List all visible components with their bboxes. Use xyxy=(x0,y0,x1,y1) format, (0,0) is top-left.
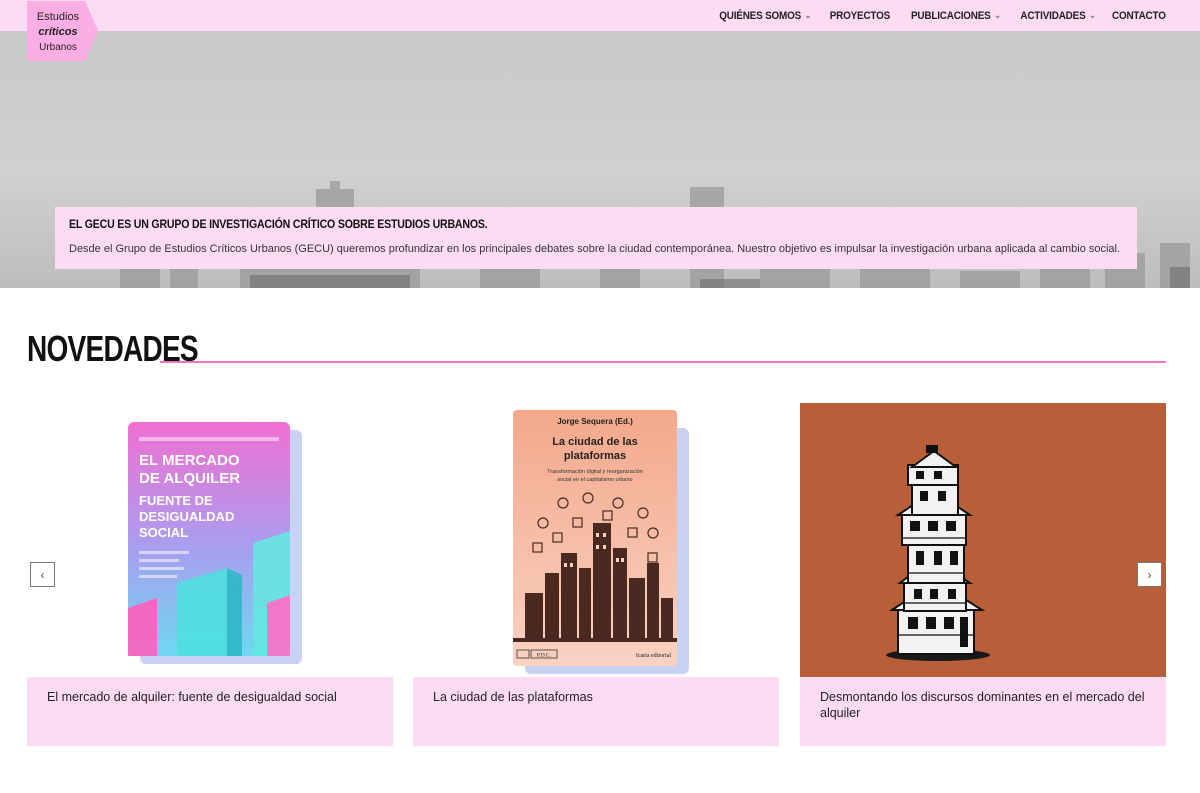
top-navigation-bar: QUIÉNES SOMOS ⌄ PROYECTOS PUBLICACIONES … xyxy=(0,0,1200,31)
nav-item-quienes-somos[interactable]: QUIÉNES SOMOS ⌄ xyxy=(720,10,812,22)
cover-ciudad-plataformas: Jorge Sequera (Ed.) La ciudad de las pla… xyxy=(513,410,689,674)
section-divider xyxy=(160,361,1166,363)
nav-label: QUIÉNES SOMOS xyxy=(719,9,802,22)
cover-title-line-1: La ciudad de las xyxy=(552,436,638,448)
cover-subtitle-line-1: Transformación digital y reorganización xyxy=(547,469,643,475)
cover-editor: Jorge Sequera (Ed.) xyxy=(557,417,633,426)
carousel-next-button[interactable]: › xyxy=(1137,562,1162,587)
cover-publisher: Icaria editorial xyxy=(636,653,671,659)
card-caption[interactable]: El mercado de alquiler: fuente de desigu… xyxy=(27,677,393,746)
carousel-card[interactable]: EL MERCADO DE ALQUILER FUENTE DE DESIGUA… xyxy=(27,403,393,746)
carousel-prev-button[interactable]: ‹ xyxy=(30,562,55,587)
nav-item-publicaciones[interactable]: PUBLICACIONES ⌄ xyxy=(911,10,1001,22)
chevron-down-icon: ⌄ xyxy=(993,10,1001,20)
houses-tower-illustration xyxy=(886,445,990,661)
card-caption[interactable]: La ciudad de las plataformas xyxy=(413,677,779,746)
carousel-card[interactable]: Desmontando los discursos dominantes en … xyxy=(800,403,1166,746)
logo-line-1: Estudios xyxy=(36,11,80,23)
hero-banner: EL GECU ES UN GRUPO DE INVESTIGACIÓN CRÍ… xyxy=(0,31,1200,288)
chevron-right-icon: › xyxy=(1147,567,1152,582)
carousel-card[interactable]: Jorge Sequera (Ed.) La ciudad de las pla… xyxy=(413,403,779,746)
cover-subtitle-line-2: DESIGUALDAD xyxy=(139,509,234,524)
cover-title-line-2: DE ALQUILER xyxy=(139,470,240,487)
cover-subtitle-line-3: SOCIAL xyxy=(139,525,188,540)
nav-label: CONTACTO xyxy=(1112,9,1166,22)
cover-title-line-2: plataformas xyxy=(564,450,626,462)
logo-line-2: críticos xyxy=(38,26,78,38)
cover-series: P.D.C. xyxy=(537,653,552,659)
stacked-houses-illustration[interactable] xyxy=(800,403,1166,677)
nav-label: PUBLICACIONES xyxy=(910,9,991,22)
hero-text-box: EL GECU ES UN GRUPO DE INVESTIGACIÓN CRÍ… xyxy=(55,207,1137,269)
section-title: NOVEDADES xyxy=(27,328,199,369)
hero-description: Desde el Grupo de Estudios Críticos Urba… xyxy=(69,243,1121,255)
chevron-down-icon: ⌄ xyxy=(805,10,812,20)
logo-line-3: Urbanos xyxy=(39,42,77,53)
logo-text: Estudios críticos Urbanos xyxy=(27,10,89,55)
hero-title: EL GECU ES UN GRUPO DE INVESTIGACIÓN CRÍ… xyxy=(69,217,488,231)
cover-subtitle-line-2: social en el capitalismo urbano xyxy=(557,477,632,483)
cover-mercado-alquiler: EL MERCADO DE ALQUILER FUENTE DE DESIGUA… xyxy=(128,422,302,664)
chevron-left-icon: ‹ xyxy=(40,567,45,582)
card-caption[interactable]: Desmontando los discursos dominantes en … xyxy=(800,677,1166,746)
nav-item-actividades[interactable]: ACTIVIDADES ⌄ xyxy=(1019,9,1096,22)
chevron-down-icon: ⌄ xyxy=(1088,10,1096,20)
book-cover-image[interactable]: EL MERCADO DE ALQUILER FUENTE DE DESIGUA… xyxy=(27,403,393,677)
nav-item-contacto[interactable]: CONTACTO xyxy=(1112,10,1166,22)
nav-label: ACTIVIDADES xyxy=(1019,9,1086,22)
nav-label: PROYECTOS xyxy=(829,9,890,22)
book-cover-image[interactable]: Jorge Sequera (Ed.) La ciudad de las pla… xyxy=(413,403,779,677)
site-logo[interactable]: Estudios críticos Urbanos xyxy=(27,1,99,61)
cover-subtitle-line-1: FUENTE DE xyxy=(139,493,213,508)
main-nav: QUIÉNES SOMOS ⌄ PROYECTOS PUBLICACIONES … xyxy=(709,0,1167,31)
cover-title-line-1: EL MERCADO xyxy=(139,452,240,469)
page: QUIÉNES SOMOS ⌄ PROYECTOS PUBLICACIONES … xyxy=(0,0,1200,793)
nav-item-proyectos[interactable]: PROYECTOS xyxy=(829,9,890,22)
